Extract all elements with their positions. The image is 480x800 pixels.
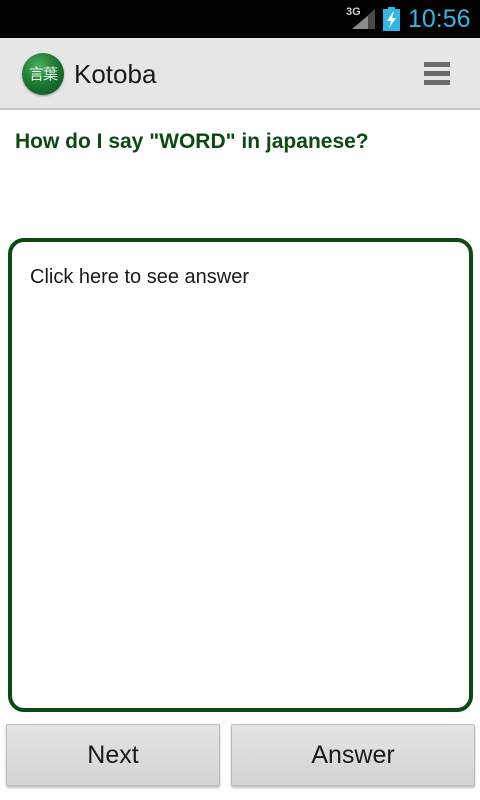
menu-bar-line (424, 71, 450, 76)
status-bar: 3G 10:56 (0, 0, 480, 38)
menu-bar-line (424, 80, 450, 85)
answer-button[interactable]: Answer (231, 724, 475, 786)
signal-icon (352, 9, 375, 29)
question-text: How do I say "WORD" in japanese? (15, 130, 369, 153)
next-button[interactable]: Next (6, 724, 220, 786)
app-title: Kotoba (74, 59, 157, 89)
battery-charging-icon (383, 7, 400, 31)
menu-bar-line (424, 62, 450, 67)
answer-card[interactable]: Click here to see answer (8, 238, 473, 712)
status-clock: 10:56 (408, 5, 471, 33)
answer-placeholder-text[interactable]: Click here to see answer (30, 266, 249, 289)
app-logo[interactable]: 言葉 (22, 53, 64, 95)
hamburger-menu-icon[interactable] (418, 56, 454, 90)
action-bar: 言葉 Kotoba (0, 38, 480, 110)
